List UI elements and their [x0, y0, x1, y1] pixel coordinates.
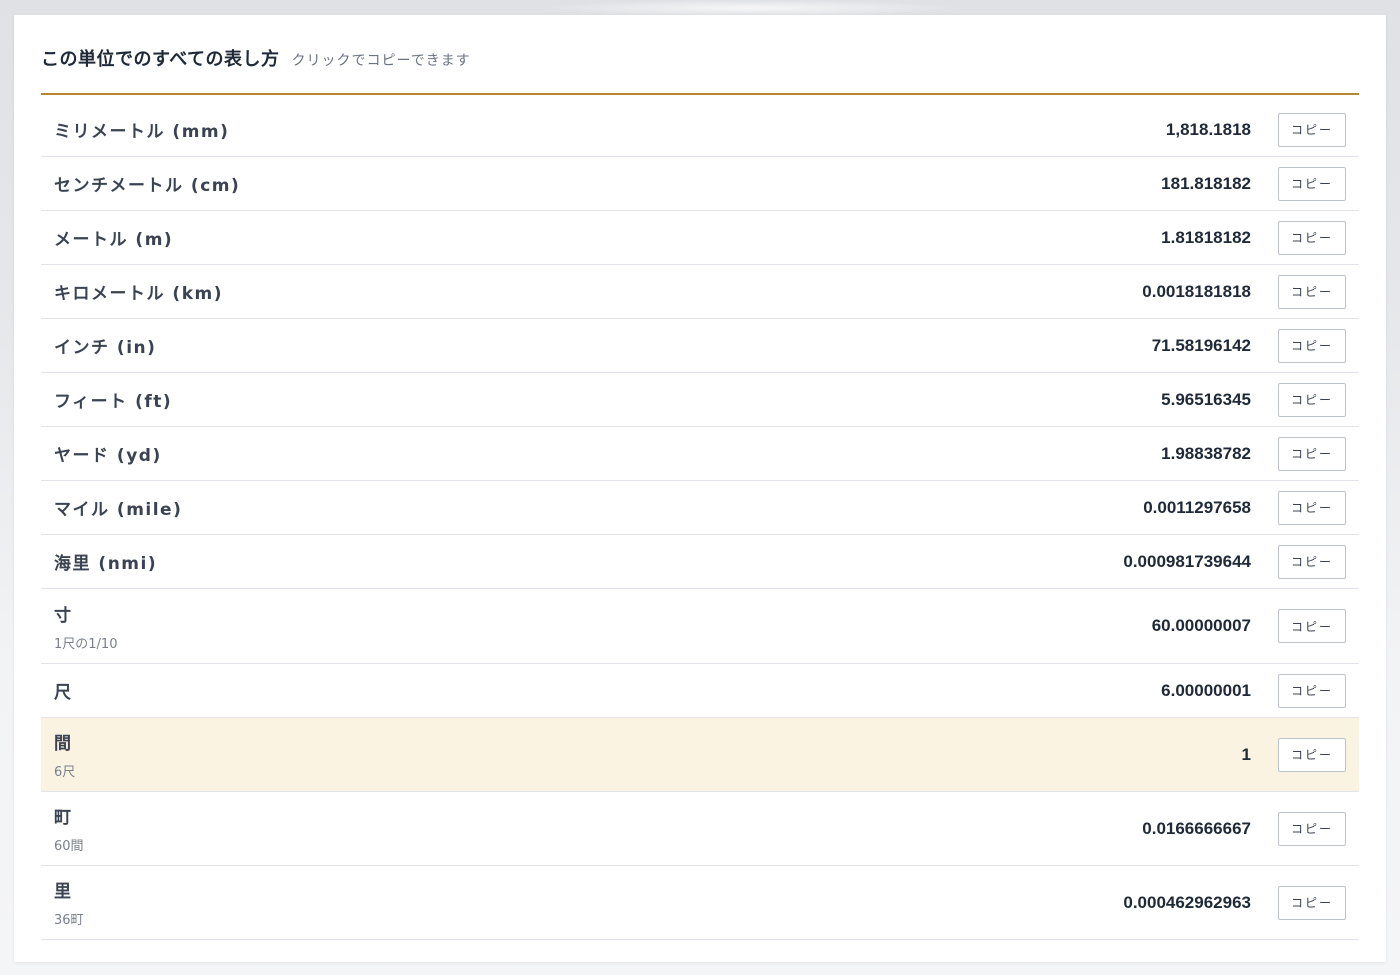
- conversion-row-ft: フィート (ft) 5.96516345 コピー: [41, 373, 1359, 427]
- copy-button[interactable]: コピー: [1278, 544, 1346, 579]
- conversion-row-ri: 里 36町 0.000462962963 コピー: [41, 866, 1359, 940]
- card-header: この単位でのすべての表し方 クリックでコピーできます: [41, 43, 1359, 95]
- copy-button[interactable]: コピー: [1278, 737, 1346, 772]
- unit-name: フィート (ft): [54, 392, 173, 412]
- unit-name: マイル (mile): [54, 500, 183, 520]
- unit-name: 海里 (nmi): [54, 554, 158, 574]
- converted-value: 71.58196142: [1151, 335, 1251, 355]
- copy-button[interactable]: コピー: [1278, 220, 1346, 255]
- copy-button[interactable]: コピー: [1278, 382, 1346, 417]
- value-group: 0.000462962963 コピー: [1123, 885, 1346, 920]
- copy-button[interactable]: コピー: [1278, 112, 1346, 147]
- unit-name: インチ (in): [54, 338, 157, 358]
- conversion-row-cm: センチメートル (cm) 181.818182 コピー: [41, 157, 1359, 211]
- copy-button[interactable]: コピー: [1278, 811, 1346, 846]
- unit-name: メートル (m): [54, 230, 174, 250]
- unit-block: ヤード (yd): [54, 441, 162, 466]
- converted-value: 1: [1241, 744, 1251, 764]
- value-group: 181.818182 コピー: [1161, 166, 1346, 201]
- converted-value: 1,818.1818: [1165, 119, 1251, 139]
- converted-value: 5.96516345: [1161, 389, 1251, 409]
- copy-button[interactable]: コピー: [1278, 328, 1346, 363]
- unit-block: センチメートル (cm): [54, 171, 240, 196]
- converted-value: 0.000462962963: [1123, 892, 1251, 912]
- unit-note: 36町: [54, 913, 84, 928]
- unit-block: 里 36町: [54, 877, 84, 928]
- conversion-row-nmi: 海里 (nmi) 0.000981739644 コピー: [41, 535, 1359, 589]
- converted-value: 1.98838782: [1161, 443, 1251, 463]
- card-title: この単位でのすべての表し方: [41, 49, 280, 70]
- unit-block: インチ (in): [54, 333, 156, 358]
- unit-name: ヤード (yd): [54, 446, 162, 466]
- conversion-row-ken-selected: 間 6尺 1 コピー: [41, 718, 1359, 792]
- copy-button[interactable]: コピー: [1278, 166, 1346, 201]
- unit-name: 尺: [54, 683, 73, 703]
- unit-note: 60間: [54, 839, 84, 854]
- value-group: 0.0011297658 コピー: [1143, 490, 1346, 525]
- conversion-row-yd: ヤード (yd) 1.98838782 コピー: [41, 427, 1359, 481]
- unit-name: 町: [54, 808, 73, 828]
- copy-button[interactable]: コピー: [1278, 609, 1346, 643]
- converted-value: 0.0011297658: [1143, 497, 1251, 517]
- value-group: 1.81818182 コピー: [1161, 220, 1346, 255]
- value-group: 0.000981739644 コピー: [1123, 544, 1346, 579]
- unit-block: 町 60間: [54, 803, 84, 854]
- unit-name: 里: [54, 882, 73, 902]
- unit-note: 1尺の1/10: [54, 636, 118, 652]
- value-group: 1.98838782 コピー: [1161, 436, 1346, 471]
- value-group: 0.0018181818 コピー: [1142, 274, 1346, 309]
- converted-value: 181.818182: [1161, 173, 1251, 193]
- value-group: 5.96516345 コピー: [1161, 382, 1346, 417]
- unit-note: 6尺: [54, 765, 76, 780]
- copy-button[interactable]: コピー: [1278, 885, 1346, 920]
- converted-value: 0.000981739644: [1123, 551, 1251, 571]
- unit-block: 間 6尺: [54, 729, 75, 780]
- copy-button[interactable]: コピー: [1278, 490, 1346, 525]
- unit-block: メートル (m): [54, 225, 173, 250]
- copy-button[interactable]: コピー: [1278, 274, 1346, 309]
- conversion-row-shaku: 尺 6.00000001 コピー: [41, 664, 1359, 718]
- unit-name: 寸: [54, 605, 73, 626]
- unit-name: キロメートル (km): [54, 284, 223, 304]
- unit-name: センチメートル (cm): [54, 176, 241, 196]
- conversion-row-mm: ミリメートル (mm) 1,818.1818 コピー: [41, 103, 1359, 157]
- conversion-row-m: メートル (m) 1.81818182 コピー: [41, 211, 1359, 265]
- copy-button[interactable]: コピー: [1278, 673, 1346, 708]
- unit-block: ミリメートル (mm): [54, 117, 229, 142]
- unit-block: 尺: [54, 678, 73, 703]
- converted-value: 6.00000001: [1161, 680, 1251, 700]
- card-subtitle: クリックでコピーできます: [291, 53, 471, 69]
- conversion-row-cho: 町 60間 0.0166666667 コピー: [41, 792, 1359, 866]
- background-decoration: [540, 0, 960, 16]
- unit-block: キロメートル (km): [54, 279, 223, 304]
- conversion-row-in: インチ (in) 71.58196142 コピー: [41, 319, 1359, 373]
- unit-block: 寸 1尺の1/10: [54, 601, 117, 652]
- conversion-row-km: キロメートル (km) 0.0018181818 コピー: [41, 265, 1359, 319]
- converted-value: 1.81818182: [1161, 227, 1251, 247]
- unit-block: 海里 (nmi): [54, 549, 157, 574]
- unit-name: 間: [54, 734, 73, 754]
- value-group: 1 コピー: [1241, 737, 1346, 772]
- conversion-row-mile: マイル (mile) 0.0011297658 コピー: [41, 481, 1359, 535]
- value-group: 0.0166666667 コピー: [1142, 811, 1346, 846]
- converted-value: 0.0018181818: [1142, 281, 1251, 301]
- value-group: 6.00000001 コピー: [1161, 673, 1346, 708]
- unit-block: マイル (mile): [54, 495, 182, 520]
- value-group: 1,818.1818 コピー: [1165, 112, 1346, 147]
- all-representations-card: この単位でのすべての表し方 クリックでコピーできます ミリメートル (mm) 1…: [14, 15, 1386, 962]
- value-group: 60.00000007 コピー: [1152, 609, 1346, 643]
- copy-button[interactable]: コピー: [1278, 436, 1346, 471]
- conversion-list: ミリメートル (mm) 1,818.1818 コピー センチメートル (cm) …: [41, 103, 1359, 940]
- unit-name: ミリメートル (mm): [54, 122, 230, 142]
- unit-block: フィート (ft): [54, 387, 172, 412]
- value-group: 71.58196142 コピー: [1151, 328, 1346, 363]
- converted-value: 60.00000007: [1151, 616, 1251, 635]
- converted-value: 0.0166666667: [1142, 818, 1251, 838]
- conversion-row-sun: 寸 1尺の1/10 60.00000007 コピー: [41, 589, 1359, 664]
